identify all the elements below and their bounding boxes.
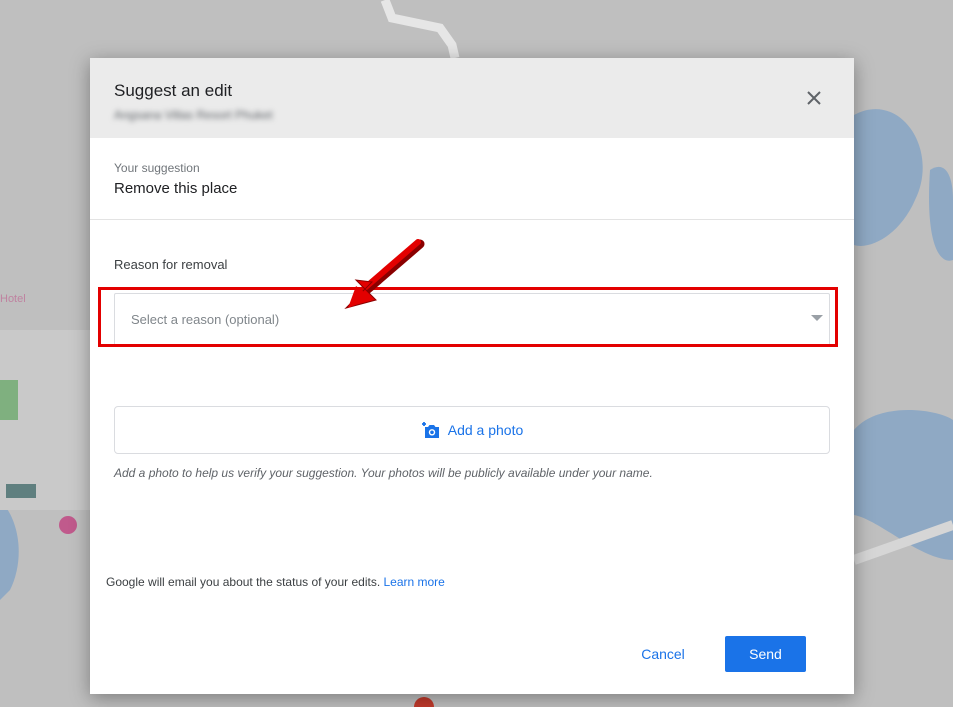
dialog-header: Suggest an edit Angsana Villas Resort Ph… (90, 58, 854, 138)
suggestion-value: Remove this place (114, 180, 238, 197)
dialog-title: Suggest an edit (114, 81, 233, 100)
email-status-text: Google will email you about the status o… (106, 575, 384, 589)
add-photo-camera-icon (421, 422, 439, 438)
suggest-edit-dialog: Suggest an edit Angsana Villas Resort Ph… (90, 58, 854, 694)
send-button[interactable]: Send (725, 636, 806, 672)
red-arrow-annotation-icon (344, 239, 425, 309)
highlight-annotation-box (98, 287, 838, 347)
suggestion-label: Your suggestion (114, 161, 200, 175)
add-photo-label: Add a photo (447, 422, 524, 438)
place-name: Angsana Villas Resort Phuket (114, 108, 273, 122)
learn-more-link[interactable]: Learn more (383, 575, 444, 589)
svg-text:Hotel: Hotel (0, 293, 26, 305)
reason-label: Reason for removal (114, 257, 228, 272)
email-status-note: Google will email you about the status o… (106, 575, 445, 589)
photo-help-text: Add a photo to help us verify your sugge… (114, 466, 653, 480)
add-photo-button[interactable]: Add a photo (114, 406, 830, 454)
close-button[interactable] (796, 80, 832, 116)
section-divider (90, 219, 854, 220)
cancel-button[interactable]: Cancel (626, 636, 700, 672)
close-icon (807, 91, 821, 105)
